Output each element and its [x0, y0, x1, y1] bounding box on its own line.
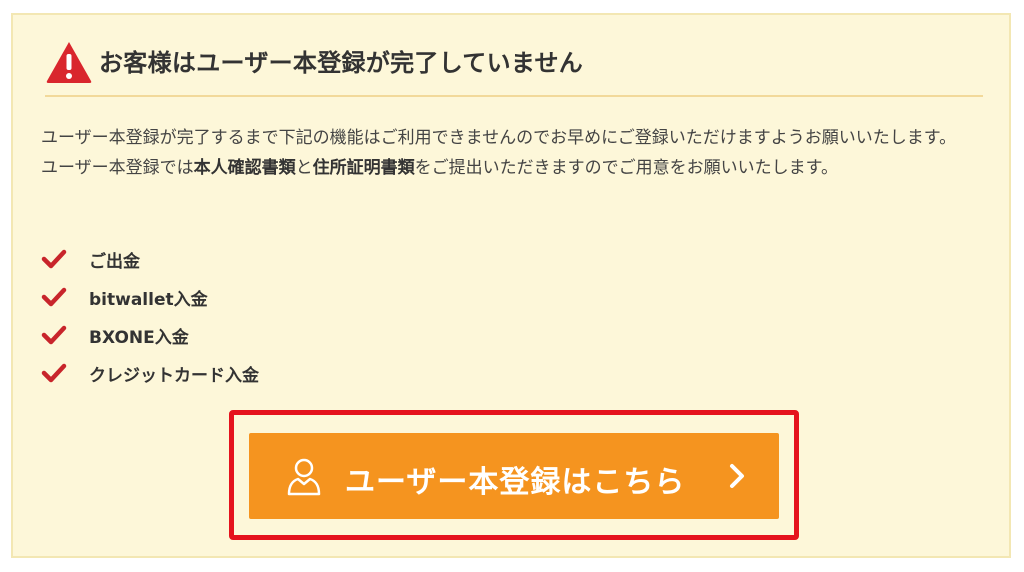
address-document-label: 住所証明書類 — [312, 158, 415, 178]
warning-icon — [46, 42, 92, 83]
check-icon — [41, 249, 67, 269]
feature-label: ご出金 — [89, 251, 140, 272]
feature-item-credit-card: クレジットカード入金 — [41, 354, 259, 392]
check-icon — [41, 363, 67, 383]
registration-notice-panel: お客様はユーザー本登録が完了していません ユーザー本登録が完了するまで下記の機能… — [11, 13, 1011, 558]
feature-label: BXONE入金 — [89, 327, 189, 348]
notice-title: お客様はユーザー本登録が完了していません — [99, 49, 584, 77]
notice-message: ユーザー本登録が完了するまで下記の機能はご利用できませんのでお早めにご登録いただ… — [41, 128, 957, 148]
feature-item-bitwallet: bitwallet入金 — [41, 278, 259, 316]
check-icon — [41, 287, 67, 307]
check-icon — [41, 325, 67, 345]
feature-label: クレジットカード入金 — [89, 365, 259, 386]
documents-text-connector: と — [295, 158, 313, 178]
notice-body: ユーザー本登録が完了するまで下記の機能はご利用できませんのでお早めにご登録いただ… — [41, 123, 991, 183]
user-icon — [287, 458, 321, 496]
chevron-right-icon — [730, 464, 744, 488]
identity-document-label: 本人確認書類 — [193, 158, 296, 178]
feature-label: bitwallet入金 — [89, 289, 208, 310]
cta-highlight-frame: ユーザー本登録はこちら — [229, 410, 799, 540]
register-button-label: ユーザー本登録はこちら — [345, 465, 686, 500]
notice-header: お客様はユーザー本登録が完了していません — [45, 37, 983, 97]
documents-text-suffix: をご提出いただきますのでご用意をお願いいたします。 — [414, 158, 838, 178]
feature-item-withdrawal: ご出金 — [41, 240, 259, 278]
register-button[interactable]: ユーザー本登録はこちら — [249, 433, 779, 519]
restricted-features-list: ご出金 bitwallet入金 BXONE入金 クレジットカード入金 — [41, 240, 259, 392]
documents-text-prefix: ユーザー本登録では — [41, 158, 194, 178]
feature-item-bxone: BXONE入金 — [41, 316, 259, 354]
notice-documents-message: ユーザー本登録では本人確認書類と住所証明書類をご提出いただきますのでご用意をお願… — [41, 153, 991, 183]
